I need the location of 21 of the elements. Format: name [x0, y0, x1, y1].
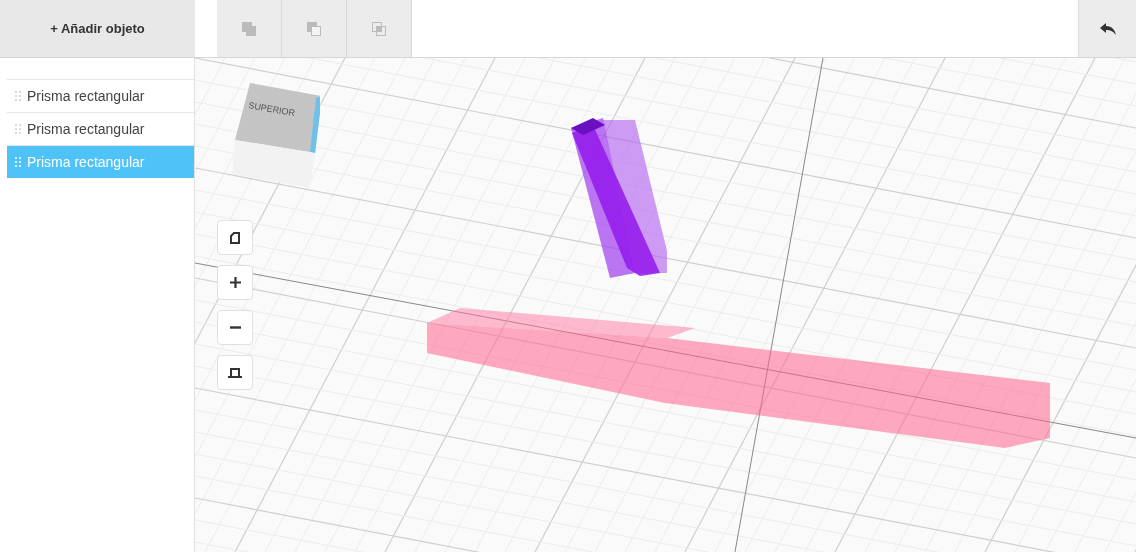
- undo-icon: [1098, 21, 1117, 36]
- squares-icon: [371, 20, 387, 37]
- drag-handle-icon[interactable]: [15, 90, 21, 102]
- table-icon: [228, 367, 242, 378]
- undo-button[interactable]: [1078, 0, 1136, 57]
- add-object-button[interactable]: + Añadir objeto: [0, 0, 195, 58]
- front-view-button[interactable]: [217, 355, 253, 390]
- drag-handle-icon[interactable]: [15, 123, 21, 135]
- toolbar-button[interactable]: [217, 0, 282, 57]
- zoom-out-button[interactable]: [217, 310, 253, 345]
- plus-icon: [229, 277, 241, 288]
- drag-handle-icon[interactable]: [15, 156, 21, 168]
- zoom-in-button[interactable]: [217, 265, 253, 300]
- home-view-button[interactable]: [217, 220, 253, 255]
- object-list-item[interactable]: Prisma rectangular: [7, 79, 194, 112]
- minus-icon: [229, 326, 241, 329]
- toolbar-button[interactable]: [282, 0, 347, 57]
- home-icon: [229, 231, 241, 244]
- toolbar-button[interactable]: [347, 0, 412, 57]
- squares-icon: [306, 20, 322, 37]
- squares-icon: [241, 20, 257, 37]
